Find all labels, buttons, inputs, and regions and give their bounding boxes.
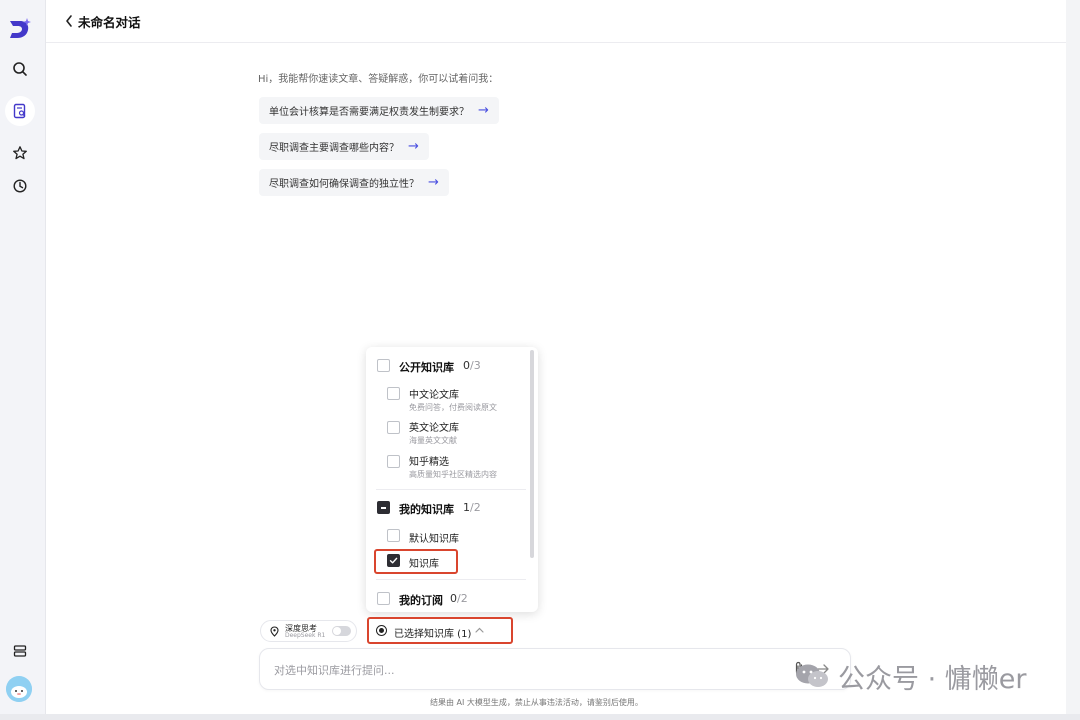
wechat-logo-icon (796, 664, 828, 687)
kb-label-zhihu: 知乎精选 (409, 457, 449, 468)
app-logo[interactable] (7, 16, 33, 42)
arrow-right-icon: → (478, 103, 489, 118)
dropdown-scrollbar[interactable] (530, 350, 534, 558)
suggestion-text: 尽职调查如何确保调查的独立性？ (269, 179, 419, 190)
layers-icon[interactable] (5, 636, 35, 666)
watermark: 公众号 · 慵懒er (794, 656, 1026, 696)
top-bar: 未命名对话 (46, 0, 1066, 43)
search-icon[interactable] (5, 54, 35, 84)
suggestion-text: 单位会计核算是否需要满足权责发生制要求？ (269, 107, 469, 118)
sidebar-rail (0, 0, 46, 720)
kb-checkbox-zhihu[interactable] (387, 455, 400, 468)
right-edge (1066, 0, 1080, 720)
chat-input-box (259, 648, 851, 690)
location-pin-icon (270, 626, 279, 637)
group-checkbox-subscriptions[interactable] (377, 592, 390, 605)
kb-desc-english-papers: 海量英文文献 (409, 436, 457, 445)
history-icon[interactable] (5, 171, 35, 201)
bottom-strip (0, 714, 1080, 720)
group-count-public: 0/3 (463, 359, 481, 372)
group-label-subscriptions: 我的订阅 (399, 594, 443, 607)
main-area: 未命名对话 (46, 0, 1066, 720)
deep-think-toggle[interactable]: 深度思考 DeepSeek R1 (260, 620, 357, 642)
highlight-box (374, 549, 458, 574)
deep-think-switch[interactable] (332, 626, 351, 636)
group-label-public: 公开知识库 (399, 361, 454, 374)
chevron-left-icon[interactable] (64, 14, 74, 28)
suggestion-chip[interactable]: 尽职调查主要调查哪些内容？ → (259, 133, 429, 160)
selected-kb-label: 已选择知识库 (1) (394, 629, 472, 640)
group-count-mine: 1/2 (463, 501, 481, 514)
chat-input[interactable] (274, 661, 754, 679)
kb-label-english-papers: 英文论文库 (409, 423, 459, 434)
deep-think-model: DeepSeek R1 (285, 632, 326, 639)
kb-checkbox-english-papers[interactable] (387, 421, 400, 434)
kb-label-chinese-papers: 中文论文库 (409, 390, 459, 401)
suggestion-text: 尽职调查主要调查哪些内容？ (269, 143, 399, 154)
watermark-text: 公众号 · 慵懒er (838, 663, 1027, 695)
divider (376, 579, 526, 580)
kb-checkbox-default[interactable] (387, 529, 400, 542)
kb-label-default: 默认知识库 (409, 534, 459, 545)
chevron-up-icon (475, 627, 484, 633)
suggestion-chip[interactable]: 单位会计核算是否需要满足权责发生制要求？ → (259, 97, 499, 124)
suggestion-chip[interactable]: 尽职调查如何确保调查的独立性？ → (259, 169, 449, 196)
kb-desc-chinese-papers: 免费问答，付费阅读原文 (409, 403, 497, 412)
greeting-text: Hi，我能帮你速读文章、答疑解惑，你可以试着问我： (258, 74, 499, 85)
kb-checkbox-chinese-papers[interactable] (387, 387, 400, 400)
selected-kb-button[interactable]: 已选择知识库 (1) (367, 617, 513, 644)
arrow-right-icon: → (408, 139, 419, 154)
star-icon[interactable] (5, 138, 35, 168)
group-label-mine: 我的知识库 (399, 503, 454, 516)
arrow-right-icon: → (428, 175, 439, 190)
avatar[interactable] (6, 676, 32, 702)
radio-icon (376, 625, 387, 636)
ai-disclaimer: 结果由 AI 大模型生成，禁止从事违法活动，请鉴别后使用。 (430, 698, 643, 707)
document-search-icon[interactable] (5, 96, 35, 126)
page-title: 未命名对话 (78, 14, 141, 30)
divider (376, 489, 526, 490)
group-checkbox-public[interactable] (377, 359, 390, 372)
group-count-subscriptions: 0/2 (450, 592, 468, 605)
group-checkbox-mine[interactable] (377, 501, 390, 514)
kb-desc-zhihu: 高质量知乎社区精选内容 (409, 470, 497, 479)
